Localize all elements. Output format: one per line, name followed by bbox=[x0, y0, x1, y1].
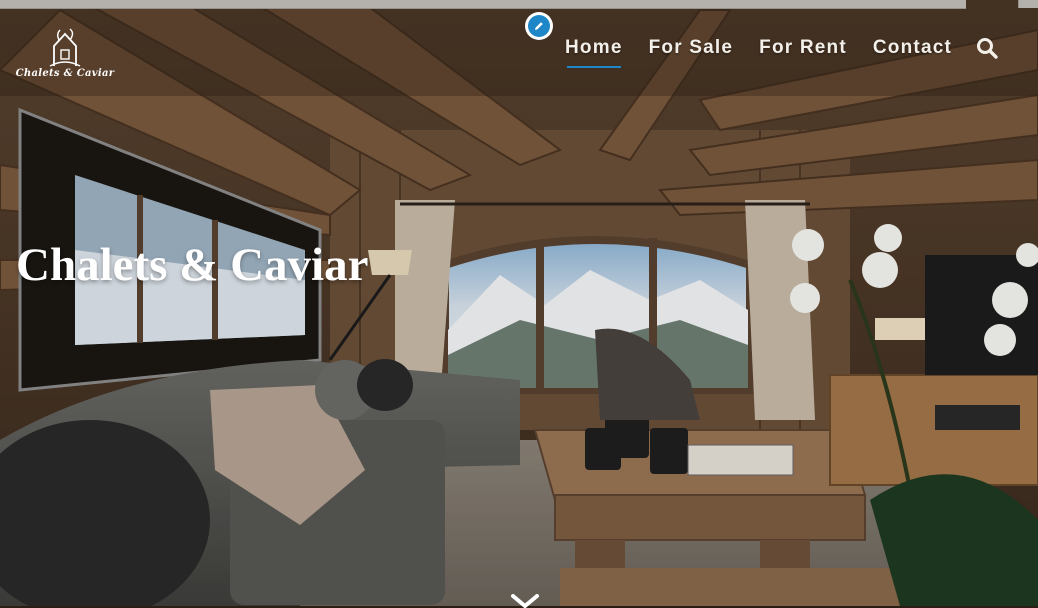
chalet-logo-icon bbox=[49, 28, 81, 67]
site-logo[interactable]: Chalets & Caviar bbox=[10, 28, 120, 86]
nav-item-for-rent[interactable]: For Rent bbox=[759, 37, 847, 59]
nav-item-contact[interactable]: Contact bbox=[873, 37, 952, 59]
edit-page-button[interactable] bbox=[525, 12, 553, 40]
pencil-icon bbox=[535, 22, 543, 30]
logo-text: Chalets & Caviar bbox=[15, 68, 115, 79]
main-nav: Home For Sale For Rent Contact bbox=[565, 34, 998, 68]
search-icon[interactable] bbox=[976, 37, 998, 59]
nav-item-for-sale[interactable]: For Sale bbox=[649, 37, 734, 59]
nav-item-home[interactable]: Home bbox=[565, 37, 623, 68]
hero-title: Chalets & Caviar bbox=[16, 239, 369, 291]
